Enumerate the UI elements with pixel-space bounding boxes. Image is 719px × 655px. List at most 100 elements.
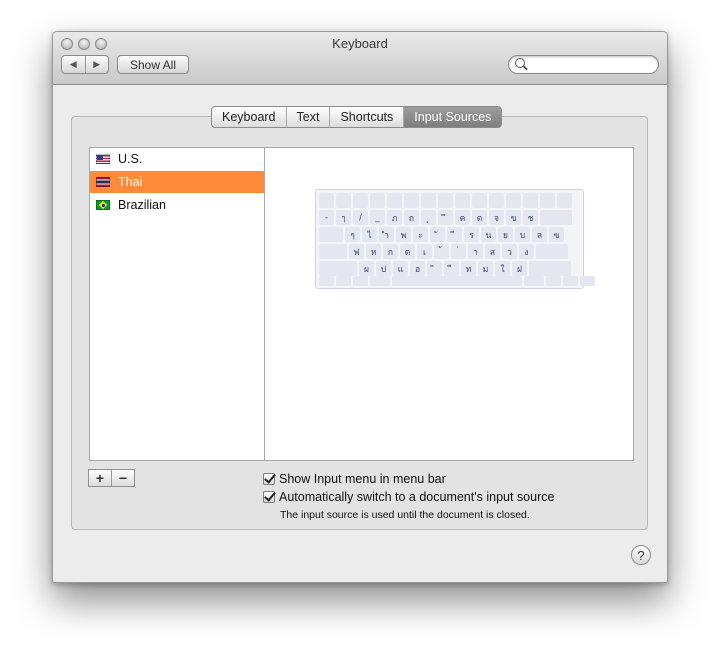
forward-arrow-icon[interactable]: ▶: [84, 56, 109, 73]
key: ย: [498, 227, 513, 242]
key: [353, 193, 368, 208]
keyboard-row: [319, 276, 595, 286]
auto-switch-label: Automatically switch to a document's inp…: [279, 490, 555, 504]
keyboard-row: ผ ป แ อ ิ ื ท ม ใ ฝ: [319, 261, 571, 276]
brazil-flag-icon: [96, 200, 110, 210]
key: ึ: [438, 210, 453, 225]
show-input-menu-checkbox[interactable]: [263, 473, 275, 485]
key: ่: [451, 244, 466, 259]
key: ถ: [404, 210, 419, 225]
key: [370, 276, 390, 286]
key: น: [481, 227, 496, 242]
key: _: [370, 210, 385, 225]
input-source-list: U.S. Thai Brazilian: [89, 147, 265, 461]
key: [319, 276, 334, 286]
key: [404, 193, 419, 208]
key: ช: [523, 210, 538, 225]
title-bar: Keyboard ◀ ▶ Show All: [53, 32, 667, 85]
key: ม: [478, 261, 493, 276]
thai-flag-icon: [96, 177, 110, 187]
key: ท: [461, 261, 476, 276]
key: [319, 193, 334, 208]
key: ว: [502, 244, 517, 259]
tab-shortcuts[interactable]: Shortcuts: [329, 107, 403, 127]
key: า: [468, 244, 483, 259]
key: ส: [485, 244, 500, 259]
tab-text[interactable]: Text: [285, 107, 330, 127]
show-input-menu-option[interactable]: Show Input menu in menu bar: [263, 472, 446, 486]
key: พ: [396, 227, 411, 242]
key: ๅ: [336, 210, 351, 225]
search-input[interactable]: [529, 57, 657, 74]
key: ุ: [421, 210, 436, 225]
list-item-label: Brazilian: [118, 198, 166, 212]
key: [455, 193, 470, 208]
tab-keyboard[interactable]: Keyboard: [212, 107, 286, 127]
key: เ: [417, 244, 432, 259]
list-item-us[interactable]: U.S.: [90, 148, 264, 170]
key: [319, 227, 343, 242]
preferences-window: Keyboard ◀ ▶ Show All Keyboard Text Shor…: [52, 31, 668, 583]
keyboard-row: ๆ ไ ำ พ ะ ั ี ร น ย บ ล ฃ: [319, 227, 564, 242]
list-item-brazilian[interactable]: Brazilian: [90, 194, 264, 216]
key: [580, 276, 595, 286]
key: [319, 244, 347, 259]
auto-switch-option[interactable]: Automatically switch to a document's inp…: [263, 490, 554, 504]
key: ๆ: [345, 227, 360, 242]
key: [336, 276, 351, 286]
remove-input-source-button[interactable]: −: [111, 470, 134, 486]
help-button[interactable]: ?: [631, 545, 651, 565]
add-input-source-button[interactable]: +: [89, 470, 111, 486]
us-flag-icon: [96, 154, 110, 164]
key: [540, 210, 572, 225]
key: [540, 193, 555, 208]
auto-switch-checkbox[interactable]: [263, 491, 275, 503]
key: ด: [400, 244, 415, 259]
key: [319, 261, 357, 276]
key: ฝ: [512, 261, 527, 276]
tab-input-sources[interactable]: Input Sources: [403, 107, 502, 127]
key: -: [319, 210, 334, 225]
search-field[interactable]: [508, 55, 659, 74]
key: ฟ: [349, 244, 364, 259]
key: ผ: [359, 261, 374, 276]
key: จ: [489, 210, 504, 225]
key: ค: [455, 210, 470, 225]
list-item-thai[interactable]: Thai: [90, 171, 264, 193]
key: [421, 193, 436, 208]
key: [523, 193, 538, 208]
key: แ: [393, 261, 408, 276]
key: อ: [410, 261, 425, 276]
key: ำ: [379, 227, 394, 242]
key: ข: [506, 210, 521, 225]
key: ภ: [387, 210, 402, 225]
key: [387, 193, 402, 208]
key: [353, 276, 368, 286]
list-item-label: U.S.: [118, 152, 143, 166]
back-arrow-icon[interactable]: ◀: [62, 56, 85, 73]
search-icon: [515, 58, 525, 68]
key: [529, 261, 571, 276]
tab-bar: Keyboard Text Shortcuts Input Sources: [211, 106, 503, 128]
key: [392, 276, 522, 286]
key: ไ: [362, 227, 377, 242]
key: ต: [472, 210, 487, 225]
key: /: [353, 210, 368, 225]
key: ั: [430, 227, 445, 242]
show-all-button[interactable]: Show All: [117, 55, 189, 74]
key: [336, 193, 351, 208]
key: [438, 193, 453, 208]
key: [506, 193, 521, 208]
key: [370, 193, 385, 208]
key: [546, 276, 561, 286]
key: ื: [444, 261, 459, 276]
key: ิ: [427, 261, 442, 276]
key: ี: [447, 227, 462, 242]
window-title: Keyboard: [332, 36, 388, 51]
list-item-label: Thai: [118, 175, 143, 189]
show-input-menu-label: Show Input menu in menu bar: [279, 472, 446, 486]
key: ป: [376, 261, 391, 276]
key: ล: [532, 227, 547, 242]
keyboard-row: ฟ ห ก ด เ ้ ่ า ส ว ง: [319, 244, 568, 259]
key: [489, 193, 504, 208]
